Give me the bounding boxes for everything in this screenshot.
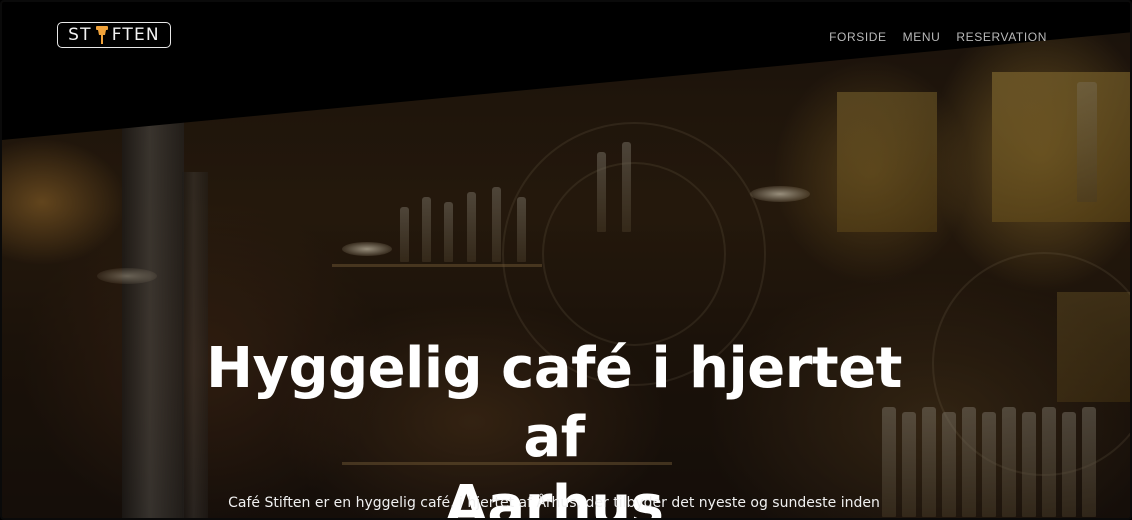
hero-subtitle: Café Stiften er en hyggelig café, i hjer… (228, 495, 880, 511)
nav-link-menu[interactable]: MENU (903, 30, 941, 44)
nav-link-forside[interactable]: FORSIDE (829, 30, 887, 44)
site-logo[interactable]: ST FTEN (57, 22, 171, 48)
browser-viewport: ST FTEN FORSIDE MENU RESERVATION Hyggeli… (0, 0, 1132, 520)
main-nav: FORSIDE MENU RESERVATION (829, 30, 1047, 44)
hero-title: Hyggelig café i hjertet af Aarhus (182, 334, 926, 518)
hero-title-line1: Hyggelig café i hjertet af (206, 336, 902, 470)
site-header: ST FTEN FORSIDE MENU RESERVATION (2, 2, 1130, 72)
nav-link-reservation[interactable]: RESERVATION (956, 30, 1047, 44)
logo-text-right: FTEN (111, 25, 160, 45)
logo-text-left: ST (68, 25, 92, 45)
pushpin-icon (95, 26, 108, 44)
